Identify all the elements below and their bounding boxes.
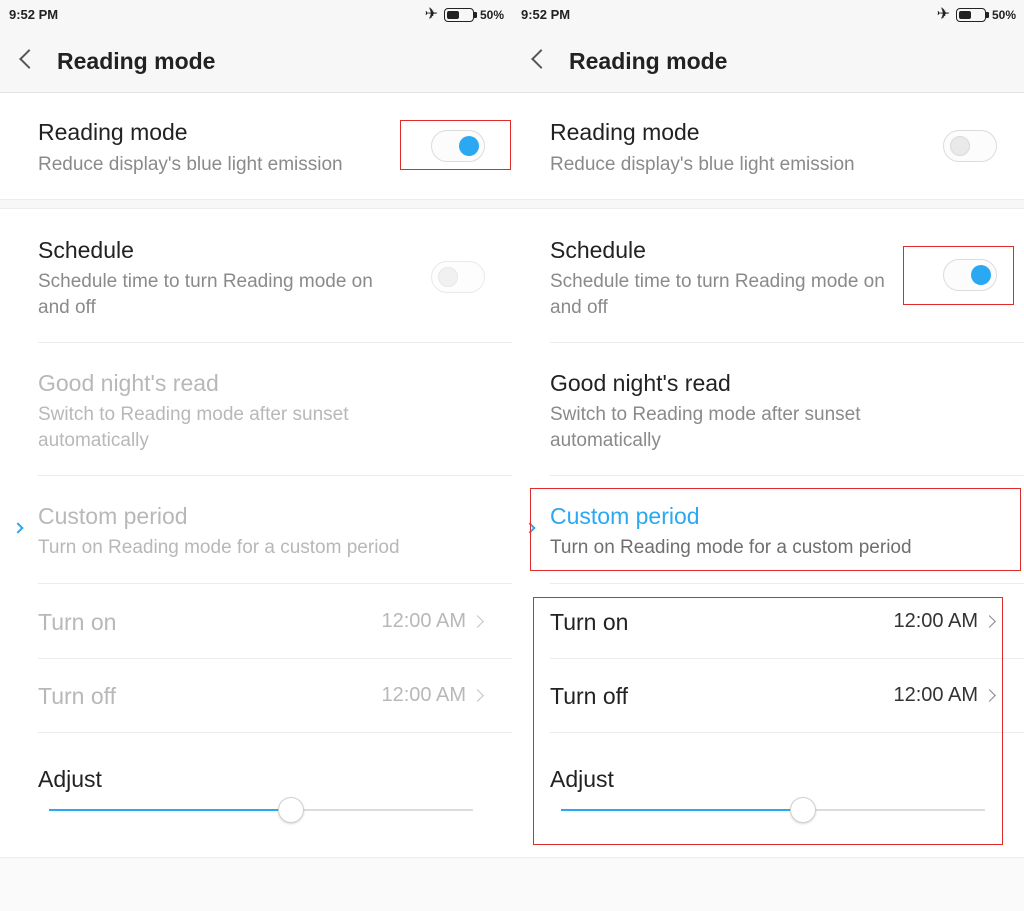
reading-mode-title: Reading mode	[38, 119, 188, 145]
battery-icon	[955, 8, 989, 22]
slider-fill	[561, 809, 803, 811]
slider-fill	[49, 809, 291, 811]
battery-percent: 50%	[991, 8, 1016, 22]
bottom-area	[0, 858, 512, 911]
chevron-right-icon	[471, 615, 484, 628]
chevron-right-icon	[983, 689, 996, 702]
adjust-label: Adjust	[38, 766, 102, 792]
custom-period-title[interactable]: Custom period	[38, 503, 188, 530]
turn-off-label[interactable]: Turn off	[38, 683, 116, 710]
selected-indicator-icon	[524, 522, 536, 534]
slider-thumb[interactable]	[277, 797, 304, 823]
reading-mode-title: Reading mode	[550, 119, 700, 145]
good-night-title[interactable]: Good night's read	[38, 370, 219, 397]
schedule-title: Schedule	[550, 237, 646, 263]
turn-off-value[interactable]: 12:00 AM	[893, 684, 978, 707]
divider	[38, 342, 512, 343]
page-title: Reading mode	[57, 48, 216, 74]
status-bar: 9:52 PM ✈ 50%	[0, 0, 512, 30]
divider	[38, 732, 512, 733]
section-divider	[0, 199, 512, 209]
back-icon[interactable]	[19, 49, 39, 69]
bottom-area	[512, 858, 1024, 911]
good-night-subtitle: Switch to Reading mode after sunset auto…	[550, 404, 861, 451]
good-night-title[interactable]: Good night's read	[550, 370, 731, 397]
adjust-label: Adjust	[550, 766, 614, 792]
back-icon[interactable]	[531, 49, 551, 69]
status-bar: 9:52 PM ✈ 50%	[512, 0, 1024, 30]
divider	[38, 475, 512, 476]
divider	[550, 342, 1024, 343]
divider	[550, 475, 1024, 476]
airplane-icon: ✈	[424, 6, 438, 23]
schedule-subtitle: Schedule time to turn Reading mode on an…	[550, 271, 885, 318]
section-divider	[512, 199, 1024, 209]
adjust-slider[interactable]	[49, 797, 473, 823]
page-title: Reading mode	[569, 48, 728, 74]
turn-on-value[interactable]: 12:00 AM	[381, 610, 466, 633]
battery-percent: 50%	[479, 8, 504, 22]
schedule-title: Schedule	[38, 237, 134, 263]
slider-thumb[interactable]	[789, 797, 816, 823]
divider	[38, 658, 512, 659]
turn-on-label[interactable]: Turn on	[550, 609, 628, 636]
reading-mode-toggle[interactable]	[431, 130, 485, 162]
battery-icon	[443, 8, 477, 22]
chevron-right-icon	[983, 615, 996, 628]
reading-mode-toggle[interactable]	[943, 130, 997, 162]
good-night-subtitle: Switch to Reading mode after sunset auto…	[38, 404, 349, 451]
divider	[38, 583, 512, 584]
turn-off-label[interactable]: Turn off	[550, 683, 628, 710]
app-header: Reading mode	[512, 30, 1024, 93]
custom-period-title[interactable]: Custom period	[550, 503, 700, 530]
chevron-right-icon	[471, 689, 484, 702]
phone-screen-right: 9:52 PM ✈ 50% Reading mode Reading mode …	[512, 0, 1024, 911]
schedule-toggle[interactable]	[943, 259, 997, 291]
airplane-icon: ✈	[936, 6, 950, 23]
selected-indicator-icon	[12, 522, 24, 534]
turn-on-value[interactable]: 12:00 AM	[893, 610, 978, 633]
divider	[550, 658, 1024, 659]
schedule-toggle[interactable]	[431, 261, 485, 293]
adjust-slider[interactable]	[561, 797, 985, 823]
status-time: 9:52 PM	[521, 7, 571, 22]
reading-mode-subtitle: Reduce display's blue light emission	[38, 154, 343, 175]
status-time: 9:52 PM	[9, 7, 59, 22]
app-header: Reading mode	[0, 30, 512, 93]
divider	[550, 583, 1024, 584]
phone-screen-left: 9:52 PM ✈ 50% Reading mode Reading mode …	[0, 0, 512, 911]
turn-off-value[interactable]: 12:00 AM	[381, 684, 466, 707]
divider	[550, 732, 1024, 733]
reading-mode-subtitle: Reduce display's blue light emission	[550, 154, 855, 175]
custom-period-subtitle: Turn on Reading mode for a custom period	[550, 537, 912, 558]
custom-period-subtitle: Turn on Reading mode for a custom period	[38, 537, 400, 558]
turn-on-label[interactable]: Turn on	[38, 609, 116, 636]
schedule-subtitle: Schedule time to turn Reading mode on an…	[38, 271, 373, 318]
